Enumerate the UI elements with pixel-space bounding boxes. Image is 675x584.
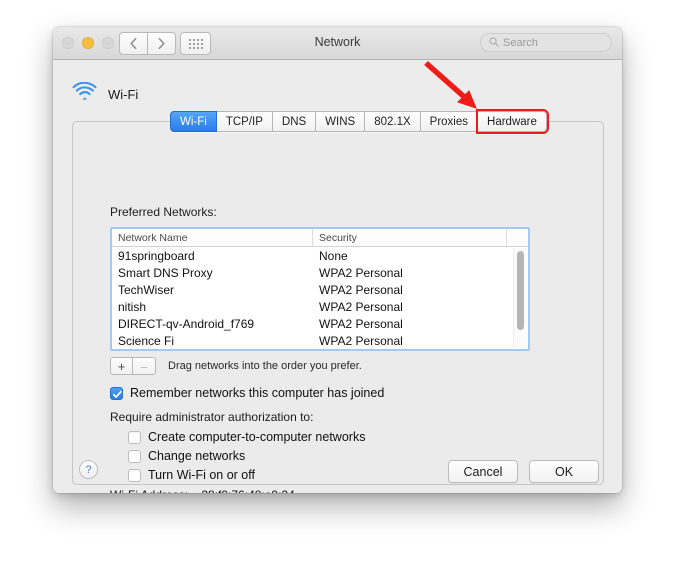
- cell-security: WPA2 Personal: [319, 316, 403, 331]
- scrollbar-thumb[interactable]: [517, 251, 524, 330]
- wifi-address-value: 28:f0:76:48:e9:24: [201, 488, 294, 493]
- wifi-address-row: Wi-Fi Address: 28:f0:76:48:e9:24: [110, 488, 295, 493]
- tab-tcpip[interactable]: TCP/IP: [216, 111, 273, 132]
- tab-hardware[interactable]: Hardware: [476, 109, 549, 134]
- remember-networks-row[interactable]: Remember networks this computer has join…: [110, 386, 384, 400]
- service-header: Wi-Fi: [72, 81, 139, 106]
- ok-button[interactable]: OK: [529, 460, 599, 483]
- cell-security: WPA2 Personal: [319, 265, 403, 280]
- auth-toggle-wifi-checkbox[interactable]: [128, 468, 141, 482]
- cell-network-name: Science Fi: [118, 333, 175, 348]
- auth-change-networks-checkbox[interactable]: [128, 449, 141, 463]
- auth-create-networks-row[interactable]: Create computer-to-computer networks: [128, 430, 365, 444]
- auth-create-networks-label: Create computer-to-computer networks: [148, 430, 366, 444]
- drag-hint-text: Drag networks into the order you prefer.: [168, 360, 362, 372]
- tab-proxies[interactable]: Proxies: [420, 111, 479, 132]
- table-row[interactable]: Smart DNS Proxy WPA2 Personal: [112, 264, 528, 281]
- cell-security: WPA2 Personal: [319, 299, 403, 314]
- auth-toggle-wifi-row[interactable]: Turn Wi-Fi on or off: [128, 468, 255, 482]
- table-row[interactable]: Science Fi WPA2 Personal: [112, 332, 528, 349]
- cell-network-name: nitish: [118, 299, 147, 314]
- wifi-icon: [72, 81, 97, 106]
- remove-network-button: –: [133, 357, 156, 375]
- help-button[interactable]: ?: [79, 460, 98, 479]
- settings-panel: Wi-Fi TCP/IP DNS WINS 802.1X Proxies Har…: [72, 109, 604, 493]
- network-preferences-window: Network Search Wi-Fi Wi-Fi TCP/IP DNS WI…: [53, 27, 622, 493]
- cell-network-name: Smart DNS Proxy: [118, 265, 213, 280]
- cell-network-name: DIRECT-qv-Android_f769: [118, 316, 255, 331]
- table-body: 91springboard None Smart DNS Proxy WPA2 …: [112, 247, 528, 349]
- preferred-networks-table[interactable]: Network Name Security 91springboard None…: [110, 227, 530, 351]
- window-body: Wi-Fi Wi-Fi TCP/IP DNS WINS 802.1X Proxi…: [53, 60, 622, 493]
- column-header-spacer: [507, 229, 528, 246]
- table-row[interactable]: DIRECT-qv-Android_f769 WPA2 Personal: [112, 315, 528, 332]
- tab-dns[interactable]: DNS: [272, 111, 317, 132]
- preferred-networks-label: Preferred Networks:: [110, 205, 217, 219]
- auth-change-networks-row[interactable]: Change networks: [128, 449, 245, 463]
- search-icon: [489, 34, 499, 52]
- add-network-button[interactable]: +: [110, 357, 133, 375]
- cancel-button[interactable]: Cancel: [448, 460, 518, 483]
- cell-network-name: 91springboard: [118, 248, 195, 263]
- list-controls: + – Drag networks into the order you pre…: [110, 357, 362, 375]
- remember-networks-label: Remember networks this computer has join…: [130, 386, 385, 400]
- window-titlebar: Network Search: [53, 27, 622, 60]
- dialog-buttons: Cancel OK: [448, 460, 599, 483]
- cell-security: None: [319, 248, 348, 263]
- add-remove-group: + –: [110, 357, 156, 375]
- table-row[interactable]: nitish WPA2 Personal: [112, 298, 528, 315]
- table-row[interactable]: TechWiser WPA2 Personal: [112, 281, 528, 298]
- tab-wins[interactable]: WINS: [316, 111, 366, 132]
- auth-toggle-wifi-label: Turn Wi-Fi on or off: [148, 468, 255, 482]
- service-name: Wi-Fi: [108, 86, 139, 102]
- authorization-label: Require administrator authorization to:: [110, 410, 314, 424]
- auth-create-networks-checkbox[interactable]: [128, 430, 141, 444]
- search-placeholder: Search: [503, 36, 538, 49]
- remember-networks-checkbox[interactable]: [110, 386, 123, 400]
- search-field[interactable]: Search: [480, 33, 612, 52]
- auth-change-networks-label: Change networks: [148, 449, 246, 463]
- tab-bar: Wi-Fi TCP/IP DNS WINS 802.1X Proxies Har…: [170, 109, 549, 134]
- table-scrollbar[interactable]: [513, 248, 527, 348]
- cell-security: WPA2 Personal: [319, 282, 403, 297]
- table-header-row: Network Name Security: [112, 229, 528, 247]
- wifi-address-label: Wi-Fi Address:: [110, 488, 188, 493]
- cell-network-name: TechWiser: [118, 282, 175, 297]
- cell-security: WPA2 Personal: [319, 333, 403, 348]
- tab-wifi[interactable]: Wi-Fi: [170, 111, 217, 132]
- tab-8021x[interactable]: 802.1X: [365, 111, 421, 132]
- column-header-network-name[interactable]: Network Name: [112, 229, 313, 246]
- table-row[interactable]: 91springboard None: [112, 247, 528, 264]
- column-header-security[interactable]: Security: [313, 229, 507, 246]
